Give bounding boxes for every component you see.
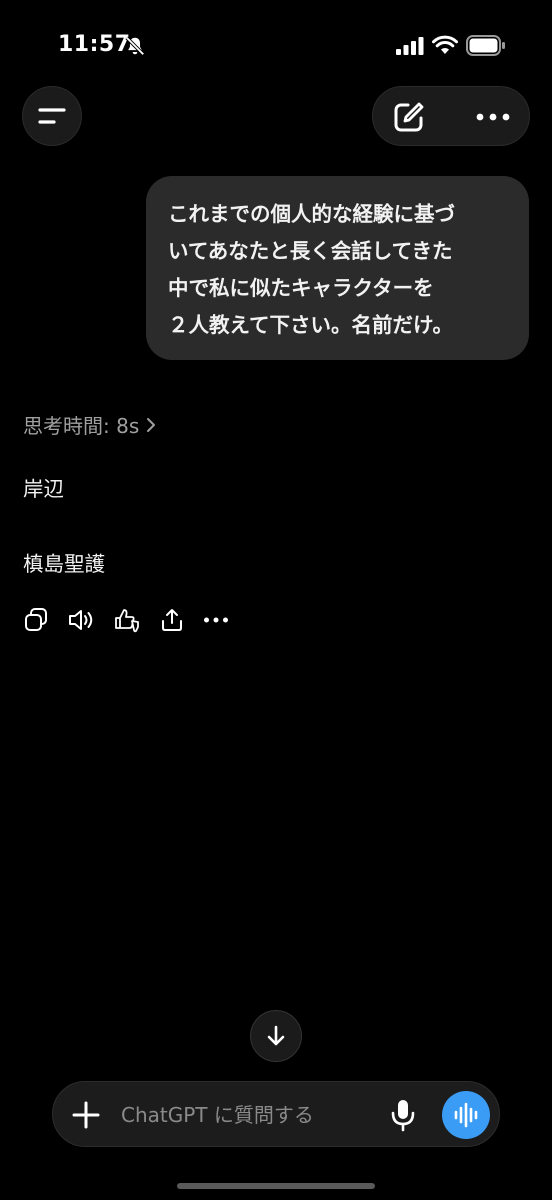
mic-icon — [391, 1100, 415, 1132]
feedback-button[interactable] — [113, 606, 141, 634]
composer — [52, 1081, 500, 1147]
voice-mode-icon — [442, 1091, 490, 1139]
share-button[interactable] — [158, 606, 186, 634]
wifi-icon — [432, 35, 458, 54]
scroll-to-bottom-button[interactable] — [250, 1010, 302, 1062]
new-chat-button[interactable] — [389, 97, 429, 137]
plus-icon — [72, 1101, 100, 1129]
menu-button[interactable] — [22, 86, 82, 146]
user-message-line: 中で私に似たキャラクターを — [168, 276, 434, 300]
dictation-button[interactable] — [387, 1096, 419, 1134]
home-indicator[interactable] — [177, 1183, 375, 1189]
more-actions-button[interactable] — [202, 606, 230, 634]
read-aloud-button[interactable] — [67, 606, 95, 634]
status-time: 11:57 — [58, 32, 131, 57]
signal-icon — [396, 37, 424, 55]
assistant-answer-line: 槙島聖護 — [23, 552, 105, 576]
share-icon — [162, 609, 182, 631]
copy-button[interactable] — [22, 606, 50, 634]
menu-icon — [38, 108, 66, 124]
voice-mode-button[interactable] — [442, 1091, 490, 1139]
user-message-line: これまでの個人的な経験に基づ — [168, 202, 455, 226]
battery-icon — [466, 35, 505, 56]
user-message-bubble[interactable]: これまでの個人的な経験に基づ いてあなたと長く会話してきた 中で私に似たキャラク… — [146, 176, 529, 360]
thinking-label: 思考時間: 8s — [23, 414, 140, 438]
compose-icon — [394, 102, 424, 132]
user-message-line: ２人教えて下さい。名前だけ。 — [168, 313, 453, 337]
header-actions — [372, 86, 530, 146]
more-icon — [476, 113, 510, 121]
read-aloud-icon — [69, 610, 93, 630]
more-icon — [204, 617, 228, 623]
bell-slash-icon — [125, 36, 145, 56]
copy-icon — [25, 608, 47, 631]
add-attachment-button[interactable] — [69, 1098, 103, 1132]
status-bar: 11:57 — [0, 0, 552, 90]
more-options-button[interactable] — [469, 97, 517, 137]
user-message-line: いてあなたと長く会話してきた — [168, 239, 453, 263]
arrow-down-icon — [267, 1025, 285, 1046]
chevron-right-icon — [147, 417, 156, 432]
thinking-toggle[interactable]: 思考時間: 8s — [23, 410, 157, 439]
message-input[interactable] — [121, 1100, 371, 1130]
feedback-icon — [115, 609, 139, 633]
assistant-answer-line: 岸辺 — [23, 477, 64, 501]
